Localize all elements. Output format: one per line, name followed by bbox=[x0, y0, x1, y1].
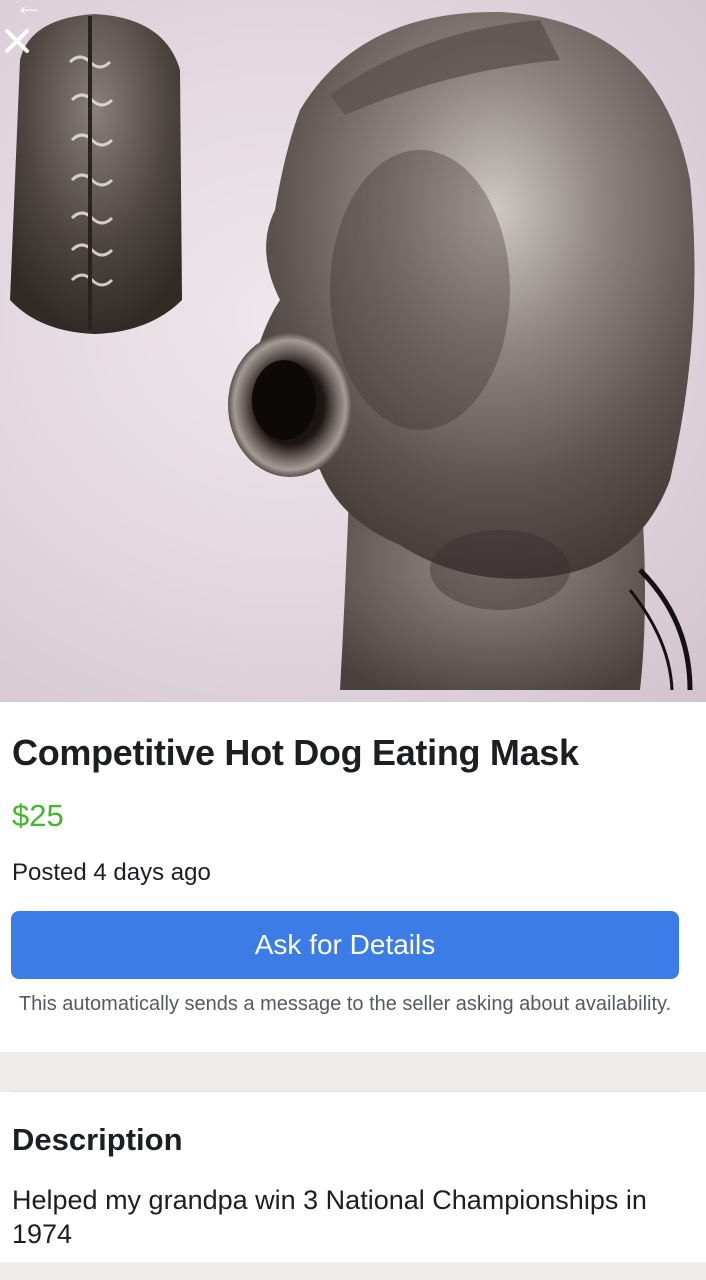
ask-button-note: This automatically sends a message to th… bbox=[18, 993, 672, 1015]
ask-for-details-button[interactable]: Ask for Details bbox=[11, 911, 679, 979]
close-x-icon[interactable] bbox=[4, 28, 38, 62]
section-divider bbox=[0, 1052, 706, 1092]
divider-line bbox=[12, 1091, 680, 1092]
posted-time: Posted 4 days ago bbox=[12, 859, 211, 886]
listing-photo[interactable]: ← bbox=[0, 0, 706, 702]
marketplace-listing-screen: ← Competitive Hot Dog Eating Mask $25 Po… bbox=[0, 0, 706, 1280]
listing-price: $25 bbox=[12, 798, 64, 833]
back-arrow-icon[interactable]: ← bbox=[14, 0, 54, 21]
mask-illustration bbox=[10, 11, 695, 691]
bottom-divider bbox=[0, 1262, 706, 1280]
listing-title: Competitive Hot Dog Eating Mask bbox=[12, 732, 579, 773]
description-heading: Description bbox=[12, 1122, 183, 1157]
description-body: Helped my grandpa win 3 National Champio… bbox=[12, 1185, 647, 1249]
